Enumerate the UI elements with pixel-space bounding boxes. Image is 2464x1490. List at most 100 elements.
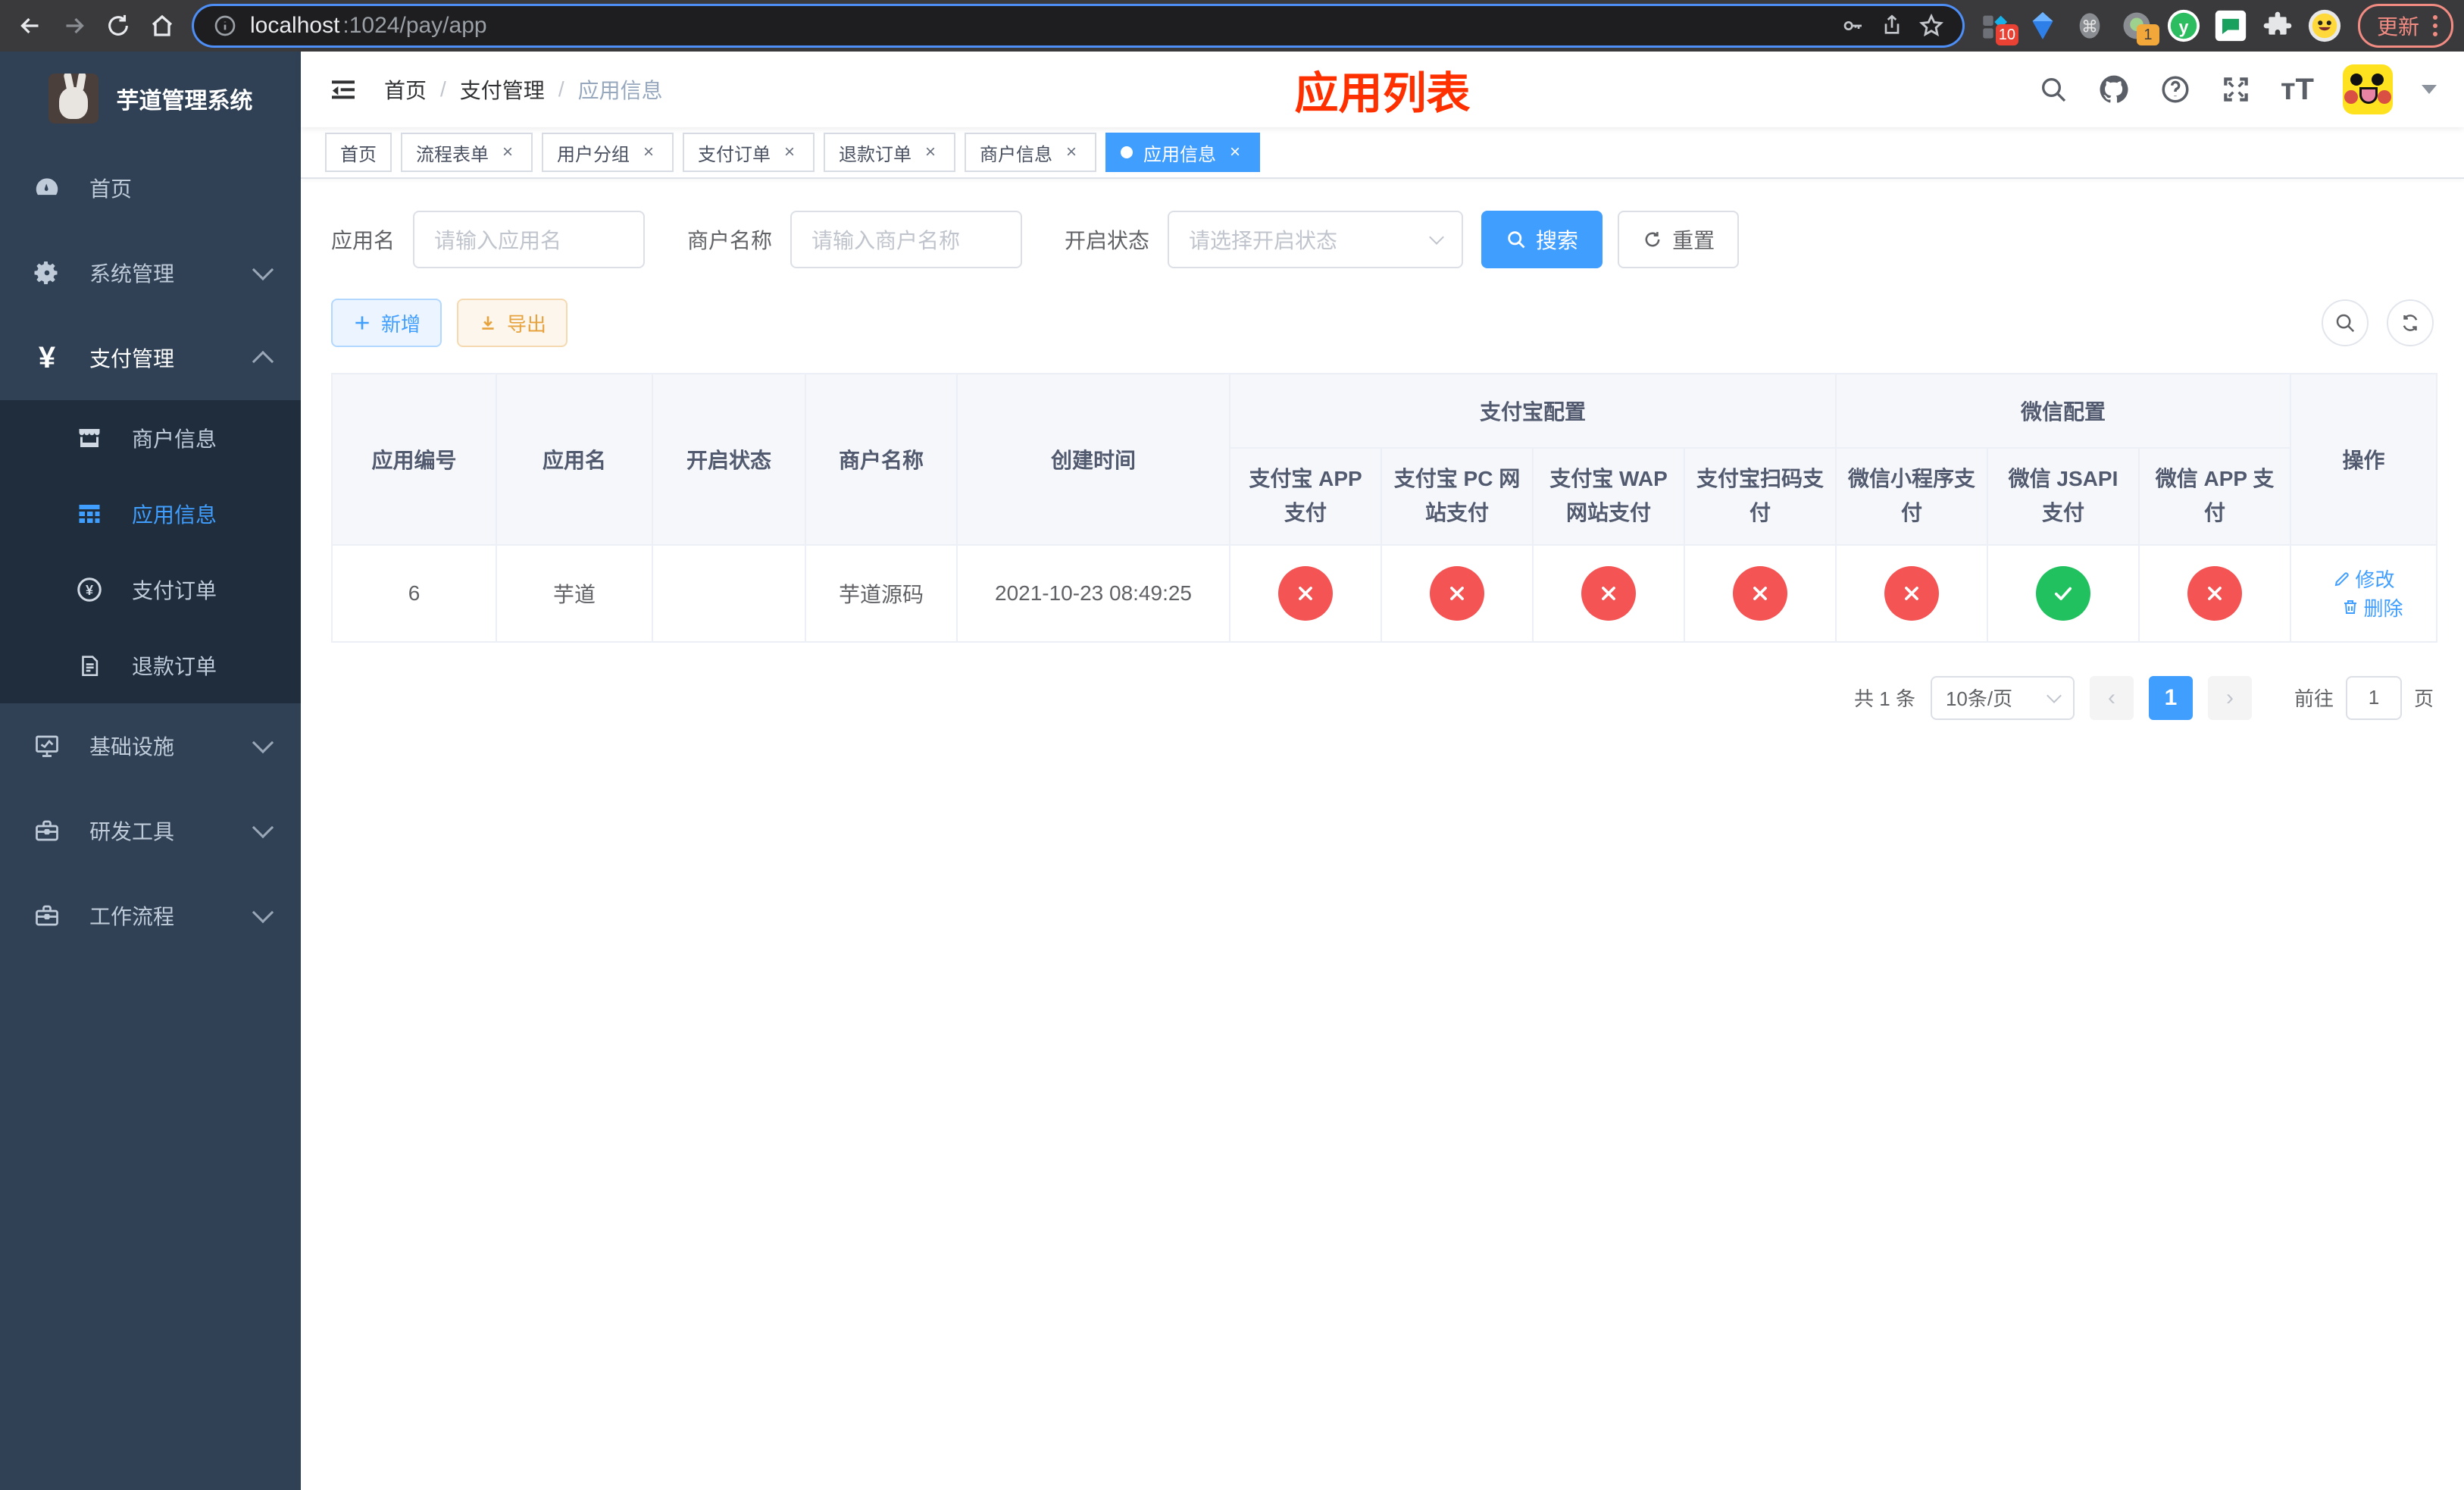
breadcrumb: 首页 / 支付管理 / 应用信息 bbox=[384, 74, 663, 105]
refresh-table-button[interactable] bbox=[2387, 299, 2434, 346]
payment-submenu: 商户信息 应用信息 ¥ 支付订单 退款订单 bbox=[0, 400, 301, 703]
tab-refund-order[interactable]: 退款订单 × bbox=[824, 133, 955, 172]
github-icon[interactable] bbox=[2097, 73, 2131, 106]
close-icon[interactable]: × bbox=[1062, 142, 1081, 162]
chrome-update-button[interactable]: 更新 bbox=[2357, 4, 2453, 48]
col-sub: 支付宝 APP 支付 bbox=[1229, 447, 1382, 546]
profile-avatar-icon[interactable] bbox=[2306, 8, 2343, 44]
extension-gem-icon[interactable] bbox=[2025, 8, 2061, 44]
close-icon[interactable]: × bbox=[780, 142, 799, 162]
plus-icon bbox=[355, 316, 369, 330]
extension-yuque-icon[interactable]: y bbox=[2165, 8, 2202, 44]
goto-page-input[interactable]: 1 bbox=[2345, 675, 2402, 720]
url-bar[interactable]: localhost:1024/pay/app bbox=[194, 6, 1962, 45]
font-size-icon[interactable]: ᴛT bbox=[2281, 74, 2314, 105]
sidebar-item-payment[interactable]: ¥ 支付管理 bbox=[0, 315, 301, 400]
sidebar-item-system[interactable]: 系统管理 bbox=[0, 230, 301, 315]
extension-tailwind-icon[interactable]: 10 bbox=[1978, 8, 2018, 45]
merchant-name-input[interactable]: 请输入商户名称 bbox=[790, 211, 1023, 268]
tab-merchant-info[interactable]: 商户信息 × bbox=[965, 133, 1096, 172]
briefcase-icon bbox=[30, 902, 64, 929]
sidebar-item-label: 工作流程 bbox=[89, 905, 175, 928]
password-key-icon[interactable] bbox=[1838, 11, 1867, 40]
delete-link[interactable]: 删除 bbox=[2341, 593, 2403, 621]
close-icon[interactable]: × bbox=[921, 142, 940, 162]
status-select[interactable]: 请选择开启状态 bbox=[1168, 211, 1464, 268]
col-sub: 支付宝 WAP 网站支付 bbox=[1532, 447, 1685, 546]
refresh-icon bbox=[2403, 315, 2418, 331]
page-size-select[interactable]: 10条/页 bbox=[1930, 675, 2075, 720]
col-group-alipay: 支付宝配置 bbox=[1228, 373, 1837, 449]
sidebar-item-app-info[interactable]: 应用信息 bbox=[0, 476, 301, 552]
col-merchant: 商户名称 bbox=[805, 373, 958, 546]
extension-command-icon[interactable]: ⌘ bbox=[2072, 8, 2108, 44]
sidebar-item-dev-tools[interactable]: 研发工具 bbox=[0, 788, 301, 873]
status-alipay-qr bbox=[1733, 565, 1787, 621]
filter-form: 应用名 请输入应用名 商户名称 请输入商户名称 开启状态 请选择开启状态 搜索 … bbox=[331, 211, 2434, 268]
tab-home[interactable]: 首页 bbox=[325, 133, 392, 172]
header-search-icon[interactable] bbox=[2038, 74, 2068, 105]
home-icon[interactable] bbox=[142, 6, 182, 45]
browser-menu-icon[interactable] bbox=[2427, 15, 2444, 36]
edit-link[interactable]: 修改 bbox=[2333, 565, 2395, 593]
extension-profile-icon[interactable]: 1 bbox=[2118, 8, 2159, 45]
next-page-button[interactable]: › bbox=[2207, 675, 2252, 720]
sidebar-item-home[interactable]: 首页 bbox=[0, 146, 301, 230]
help-icon[interactable] bbox=[2159, 74, 2191, 105]
close-icon[interactable]: × bbox=[498, 142, 518, 162]
toggle-search-button[interactable] bbox=[2322, 299, 2369, 346]
sidebar-item-merchant-info[interactable]: 商户信息 bbox=[0, 400, 301, 476]
user-menu-caret-icon[interactable] bbox=[2422, 85, 2437, 94]
site-info-icon[interactable] bbox=[211, 11, 239, 40]
svg-text:⌘: ⌘ bbox=[2081, 17, 2098, 36]
breadcrumb-current: 应用信息 bbox=[577, 79, 663, 102]
share-icon[interactable] bbox=[1878, 11, 1906, 40]
prev-page-button[interactable]: ‹ bbox=[2089, 675, 2134, 720]
breadcrumb-home[interactable]: 首页 bbox=[384, 74, 427, 105]
user-avatar[interactable] bbox=[2343, 64, 2393, 114]
back-icon[interactable] bbox=[11, 6, 50, 45]
app-name-input[interactable]: 请输入应用名 bbox=[413, 211, 646, 268]
col-sub: 微信 APP 支付 bbox=[2138, 447, 2292, 546]
add-button[interactable]: 新增 bbox=[331, 299, 442, 347]
tab-app-info[interactable]: 应用信息 × bbox=[1105, 133, 1260, 172]
tab-label: 商户信息 bbox=[980, 144, 1052, 165]
search-button[interactable]: 搜索 bbox=[1481, 211, 1603, 268]
placeholder-text: 请选择开启状态 bbox=[1189, 229, 1338, 252]
status-alipay-app bbox=[1278, 565, 1333, 621]
export-button[interactable]: 导出 bbox=[457, 299, 568, 347]
sidebar-item-infrastructure[interactable]: 基础设施 bbox=[0, 703, 301, 788]
sidebar-item-pay-order[interactable]: ¥ 支付订单 bbox=[0, 552, 301, 628]
app-logo[interactable]: 芋道管理系统 bbox=[0, 52, 301, 146]
tab-label: 支付订单 bbox=[698, 144, 771, 165]
breadcrumb-payment[interactable]: 支付管理 bbox=[460, 74, 545, 105]
bookmark-star-icon[interactable] bbox=[1917, 11, 1946, 40]
reset-button-label: 重置 bbox=[1672, 229, 1715, 252]
col-app-id: 应用编号 bbox=[331, 373, 497, 546]
reload-icon[interactable] bbox=[98, 6, 138, 45]
page-unit-label: 页 bbox=[2413, 687, 2434, 711]
close-icon[interactable]: × bbox=[1225, 142, 1245, 162]
merchant-name-label: 商户名称 bbox=[687, 229, 773, 252]
page-number-button[interactable]: 1 bbox=[2148, 675, 2193, 720]
tab-user-group[interactable]: 用户分组 × bbox=[542, 133, 674, 172]
placeholder-text: 请输入应用名 bbox=[434, 229, 562, 252]
tab-pay-order[interactable]: 支付订单 × bbox=[683, 133, 815, 172]
forward-icon[interactable] bbox=[55, 6, 94, 45]
sidebar-item-refund-order[interactable]: 退款订单 bbox=[0, 628, 301, 703]
extension-chat-icon[interactable] bbox=[2212, 8, 2249, 44]
browser-chrome: localhost:1024/pay/app 10 ⌘ 1 y 更新 bbox=[0, 0, 2464, 52]
fullscreen-icon[interactable] bbox=[2220, 74, 2252, 105]
tab-process-form[interactable]: 流程表单 × bbox=[401, 133, 533, 172]
sidebar-item-workflow[interactable]: 工作流程 bbox=[0, 873, 301, 958]
table-row: 6 芋道 芋道源码 2021-10-23 08:49:25 修改 删除 bbox=[331, 543, 2438, 643]
close-icon[interactable]: × bbox=[639, 142, 658, 162]
col-enabled: 开启状态 bbox=[652, 373, 806, 546]
status-wechat-jsapi bbox=[2036, 565, 2091, 621]
placeholder-text: 请输入商户名称 bbox=[811, 229, 961, 252]
yen-circle-icon: ¥ bbox=[73, 576, 106, 603]
extensions-puzzle-icon[interactable] bbox=[2259, 8, 2296, 44]
collapse-menu-icon[interactable] bbox=[328, 74, 358, 105]
search-icon bbox=[1508, 231, 1525, 249]
reset-button[interactable]: 重置 bbox=[1618, 211, 1740, 268]
